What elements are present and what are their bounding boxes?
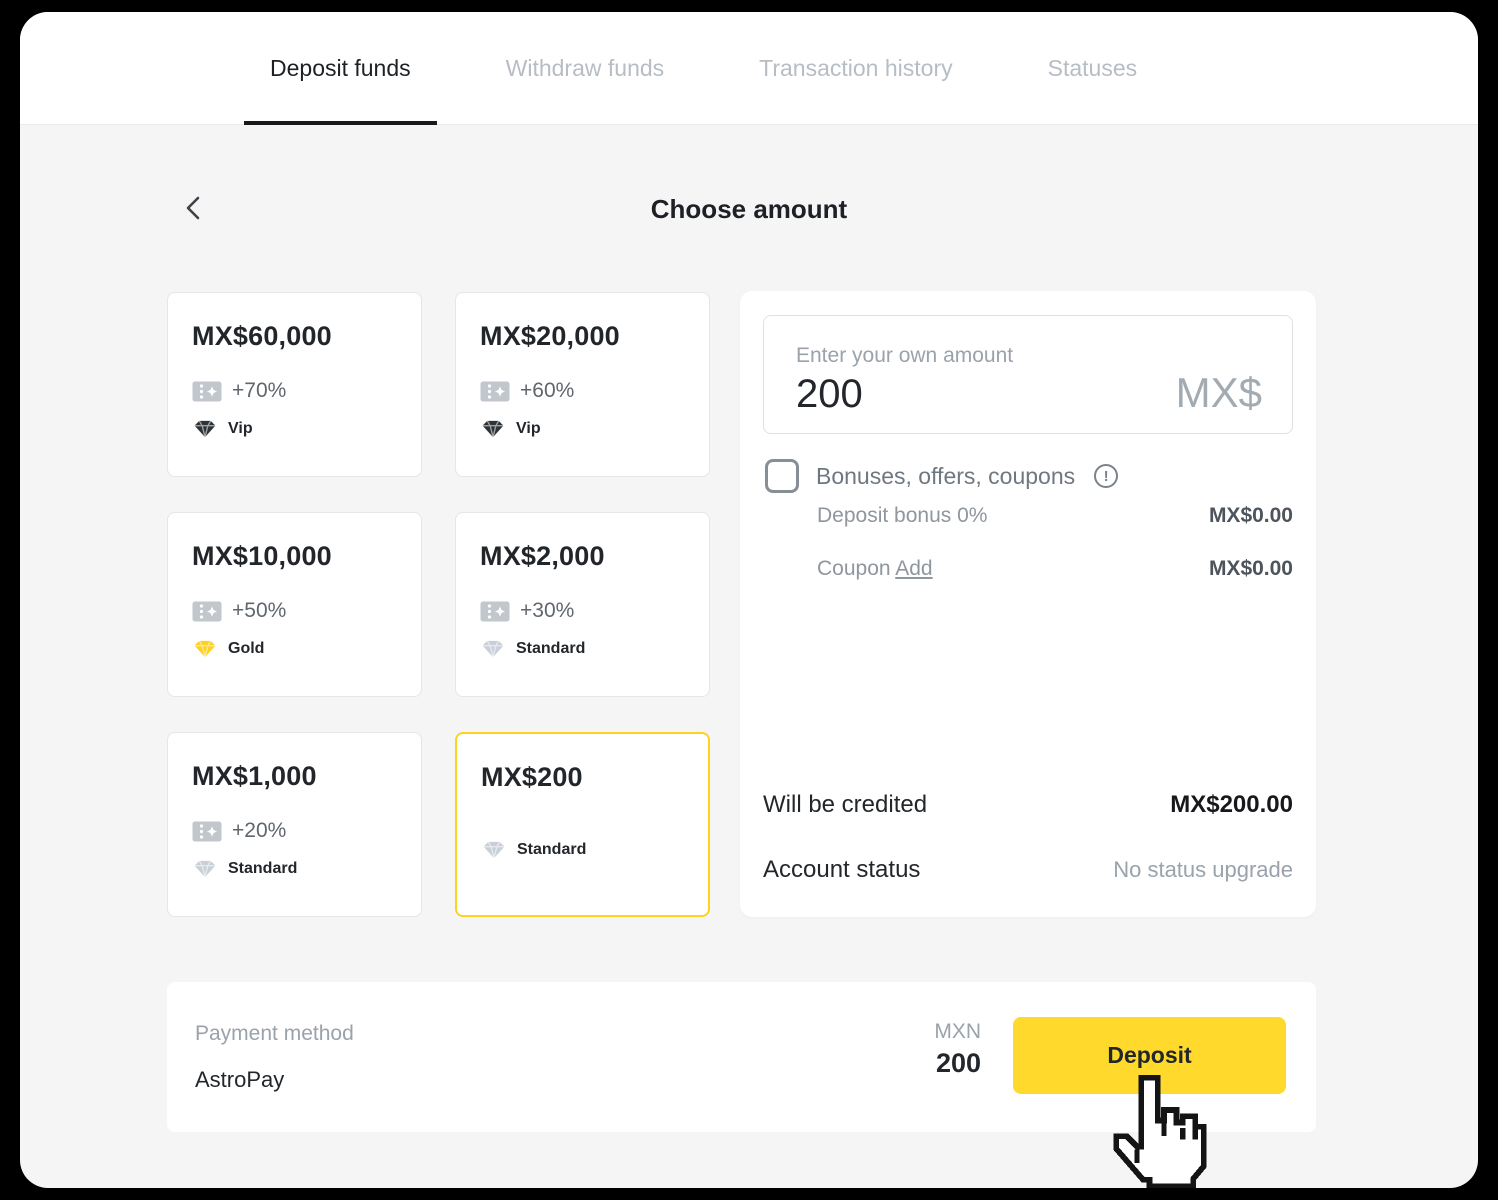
own-amount-input[interactable] (796, 372, 1096, 417)
amount-label: MX$60,000 (192, 321, 397, 352)
amount-label: MX$20,000 (480, 321, 685, 352)
own-amount-label: Enter your own amount (796, 344, 1096, 368)
status-tier-label: Vip (228, 420, 253, 438)
vip-gem-icon (480, 419, 506, 439)
own-amount-field[interactable]: Enter your own amount MX$ (763, 315, 1293, 434)
amount-card-1000[interactable]: MX$1,000 +20% Standard (167, 732, 422, 917)
payment-amount-value: 200 (934, 1048, 981, 1079)
bonus-percent: +60% (520, 379, 574, 403)
tab-deposit-funds[interactable]: Deposit funds (270, 12, 411, 124)
deposit-bonus-value: MX$0.00 (1209, 504, 1293, 528)
bonuses-checkbox[interactable] (765, 459, 799, 493)
amount-card-200-selected[interactable]: MX$200 Standard (455, 732, 710, 917)
payment-method-label: Payment method (195, 1022, 354, 1046)
status-tier-label: Vip (516, 420, 541, 438)
standard-gem-icon (192, 859, 218, 879)
credited-value: MX$200.00 (1170, 791, 1293, 819)
vip-gem-icon (192, 419, 218, 439)
amount-card-20000[interactable]: MX$20,000 +60% Vip (455, 292, 710, 477)
status-tier-label: Standard (516, 640, 585, 658)
standard-gem-icon (481, 840, 507, 860)
tab-bar: Deposit funds Withdraw funds Transaction… (20, 12, 1478, 125)
info-icon[interactable]: ! (1094, 464, 1118, 488)
deposit-button[interactable]: Deposit (1013, 1017, 1286, 1094)
tab-statuses[interactable]: Statuses (1048, 12, 1138, 124)
amount-label: MX$2,000 (480, 541, 685, 572)
amount-card-60000[interactable]: MX$60,000 +70% Vip (167, 292, 422, 477)
bonus-ticket-icon (192, 381, 222, 402)
deposit-bonus-label: Deposit bonus 0% (817, 504, 987, 528)
currency-suffix: MX$ (1176, 369, 1262, 417)
status-tier-label: Standard (517, 841, 586, 859)
status-tier-label: Standard (228, 860, 297, 878)
payment-bar: Payment method AstroPay MXN 200 Deposit (167, 982, 1316, 1132)
bonuses-label: Bonuses, offers, coupons (816, 463, 1075, 490)
bonus-ticket-icon (192, 601, 222, 622)
standard-gem-icon (480, 639, 506, 659)
bonus-percent: +70% (232, 379, 286, 403)
status-tier-label: Gold (228, 640, 264, 658)
bonus-percent: +30% (520, 599, 574, 623)
gold-gem-icon (192, 639, 218, 659)
page-title: Choose amount (20, 194, 1478, 225)
coupon-label: Coupon Add (817, 557, 933, 581)
deposit-widget: Deposit funds Withdraw funds Transaction… (20, 12, 1478, 1188)
account-status-label: Account status (763, 856, 920, 884)
bonus-percent: +20% (232, 819, 286, 843)
payment-method-value: AstroPay (195, 1067, 284, 1093)
amount-label: MX$200 (481, 762, 684, 793)
tab-withdraw-funds[interactable]: Withdraw funds (506, 12, 665, 124)
bonus-ticket-icon (480, 381, 510, 402)
tab-transaction-history[interactable]: Transaction history (759, 12, 952, 124)
coupon-add-link[interactable]: Add (895, 557, 932, 580)
amount-label: MX$1,000 (192, 761, 397, 792)
credited-label: Will be credited (763, 791, 927, 819)
deposit-details-panel: Enter your own amount MX$ Bonuses, offer… (740, 291, 1316, 917)
account-status-value: No status upgrade (1113, 857, 1293, 883)
payment-amount: MXN 200 (934, 1020, 981, 1079)
amount-card-10000[interactable]: MX$10,000 +50% Gold (167, 512, 422, 697)
bonus-ticket-icon (192, 821, 222, 842)
bonus-percent: +50% (232, 599, 286, 623)
coupon-value: MX$0.00 (1209, 557, 1293, 581)
amount-label: MX$10,000 (192, 541, 397, 572)
bonus-ticket-icon (480, 601, 510, 622)
amount-card-2000[interactable]: MX$2,000 +30% Standard (455, 512, 710, 697)
currency-code: MXN (934, 1020, 981, 1044)
